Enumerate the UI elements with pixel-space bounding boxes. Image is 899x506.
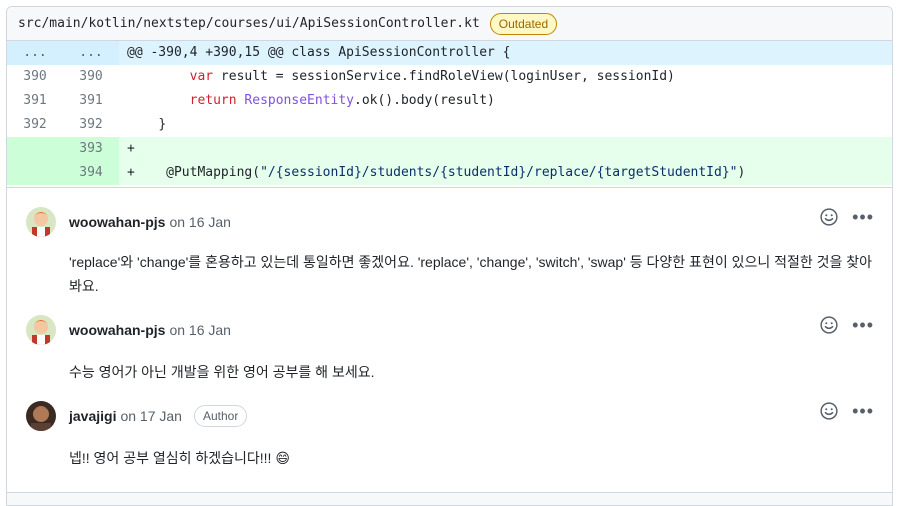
code-line: } [119, 113, 166, 137]
comment-actions: ••• [820, 402, 874, 420]
avatar[interactable] [26, 207, 56, 237]
keyword: return [189, 93, 237, 108]
diff-line-390: 390 390 var result = sessionService.find… [7, 65, 892, 89]
line-number-new[interactable]: 390 [63, 65, 119, 89]
file-header: src/main/kotlin/nextstep/courses/ui/ApiS… [7, 7, 892, 41]
diff-hunk-header: ... ... @@ -390,4 +390,15 @@ class ApiSe… [7, 41, 892, 65]
outdated-badge: Outdated [489, 12, 558, 35]
code-text: .ok().body(result) [354, 93, 495, 108]
reply-bar[interactable] [7, 492, 892, 505]
line-number-old[interactable]: 390 [7, 65, 63, 89]
line-number-new[interactable]: 391 [63, 89, 119, 113]
line-number-old[interactable]: 392 [7, 113, 63, 137]
comment-actions: ••• [820, 316, 874, 334]
expand-down-button[interactable]: ... [63, 41, 119, 65]
kebab-horizontal-icon[interactable]: ••• [852, 208, 874, 226]
hunk-text: @@ -390,4 +390,15 @@ class ApiSessionCon… [127, 45, 511, 60]
avatar[interactable] [26, 401, 56, 431]
avatar-pjs-icon [26, 207, 56, 237]
comment-timestamp[interactable]: on 17 Jan [120, 408, 182, 424]
comment-header: woowahan-pjs on 16 Jan [26, 204, 892, 240]
diff-line-391: 391 391 return ResponseEntity.ok().body(… [7, 89, 892, 113]
comment-author-link[interactable]: javajigi [69, 408, 116, 424]
code-text: result = sessionService.findRoleView(log… [213, 69, 675, 84]
diff-line-393: 393 + [7, 137, 892, 161]
line-number-new[interactable]: 392 [63, 113, 119, 137]
comment-header: woowahan-pjs on 16 Jan [26, 312, 892, 348]
code-line: + [127, 141, 135, 156]
type-name: ResponseEntity [244, 93, 354, 108]
author-badge: Author [193, 405, 248, 427]
review-thread-card: src/main/kotlin/nextstep/courses/ui/ApiS… [6, 6, 893, 506]
comment-body: 'replace'와 'change'를 혼용하고 있는데 통일하면 좋겠어요.… [69, 254, 873, 294]
line-number-old[interactable] [7, 161, 63, 185]
keyword: var [189, 69, 214, 84]
smiley-icon[interactable] [820, 402, 838, 420]
comment-timestamp[interactable]: on 16 Jan [169, 322, 231, 338]
comment-actions: ••• [820, 208, 874, 226]
comment-body: 수능 영어가 아닌 개발을 위한 영어 공부를 해 보세요. [69, 364, 375, 380]
avatar[interactable] [26, 315, 56, 345]
code-line: + @PutMapping("/{sessionId}/students/{st… [119, 161, 745, 185]
diff-line-394: 394 + @PutMapping("/{sessionId}/students… [7, 161, 892, 185]
code-line: return ResponseEntity.ok().body(result) [119, 89, 495, 113]
kebab-horizontal-icon[interactable]: ••• [852, 316, 874, 334]
review-comment: woowahan-pjs on 16 Jan ••• 'replace'와 'c… [7, 188, 892, 298]
avatar-pjs-icon [26, 315, 56, 345]
comment-body: 넵!! 영어 공부 열심히 하겠습니다!!! 😄 [69, 450, 290, 466]
comment-timestamp[interactable]: on 16 Jan [169, 214, 231, 230]
review-comment: javajigi on 17 Jan Author ••• 넵!! 영어 공부 … [7, 384, 892, 470]
smiley-icon[interactable] [820, 208, 838, 226]
diff-add-marker: + [127, 165, 135, 180]
code-text: ) [737, 165, 746, 180]
review-comment: woowahan-pjs on 16 Jan ••• 수능 영어가 아닌 개발을… [7, 298, 892, 384]
line-number-new[interactable]: 393 [63, 137, 119, 161]
avatar-javajigi-icon [26, 401, 56, 431]
annotation: @PutMapping( [166, 165, 261, 180]
file-path-link[interactable]: src/main/kotlin/nextstep/courses/ui/ApiS… [18, 16, 480, 31]
line-number-old[interactable] [7, 137, 63, 161]
comment-author-link[interactable]: woowahan-pjs [69, 214, 165, 230]
line-number-new[interactable]: 394 [63, 161, 119, 185]
line-number-old[interactable]: 391 [7, 89, 63, 113]
code-line: var result = sessionService.findRoleView… [119, 65, 675, 89]
comment-thread: woowahan-pjs on 16 Jan ••• 'replace'와 'c… [7, 187, 892, 470]
smiley-icon[interactable] [820, 316, 838, 334]
kebab-horizontal-icon[interactable]: ••• [852, 402, 874, 420]
diff-table: ... ... @@ -390,4 +390,15 @@ class ApiSe… [7, 41, 892, 185]
diff-line-392: 392 392 } [7, 113, 892, 137]
comment-header: javajigi on 17 Jan Author [26, 398, 892, 434]
code-text: } [158, 117, 167, 132]
comment-author-link[interactable]: woowahan-pjs [69, 322, 165, 338]
expand-up-button[interactable]: ... [7, 41, 63, 65]
string-literal: "/{sessionId}/students/{studentId}/repla… [260, 165, 738, 180]
